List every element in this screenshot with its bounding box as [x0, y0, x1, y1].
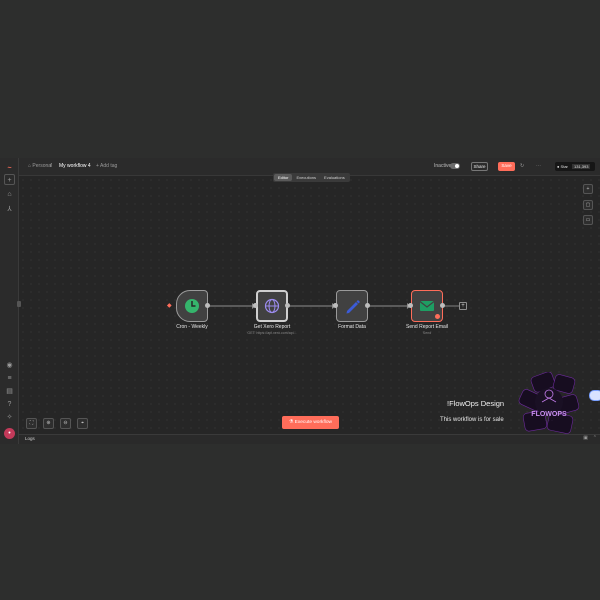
output-handle[interactable] — [440, 303, 445, 308]
execute-workflow-button[interactable]: ⚗ Execute workflow — [282, 416, 339, 429]
input-handle[interactable] — [253, 303, 258, 308]
watermark-subtitle: This workflow is for sale — [440, 417, 504, 423]
node-cron-weekly[interactable] — [176, 290, 208, 322]
output-handle[interactable] — [205, 303, 210, 308]
output-handle[interactable] — [365, 303, 370, 308]
connections-layer — [208, 303, 460, 309]
node-subtitle: GET: https://api.xero.com/api... — [247, 331, 297, 335]
watermark-title: !FlowOps Design — [447, 399, 505, 408]
node-get-xero-report[interactable] — [256, 290, 288, 322]
input-handle[interactable] — [408, 303, 413, 308]
logo-text: FLOWOPS — [531, 411, 567, 418]
add-next-node-button[interactable]: + — [459, 302, 467, 310]
warning-icon — [435, 314, 440, 319]
trigger-bolt-icon: ◆ — [167, 303, 172, 309]
node-format-data[interactable] — [336, 290, 368, 322]
sidebar-resize-handle[interactable] — [17, 301, 21, 307]
zoom-in-button[interactable]: ⊕ — [43, 418, 54, 429]
globe-icon — [264, 298, 280, 314]
node-send-report-email[interactable] — [411, 290, 443, 322]
execute-workflow-label: Execute workflow — [294, 420, 332, 425]
flowops-logo: FLOWOPS · · · · · · — [518, 372, 580, 434]
node-label: Cron - Weekly — [176, 324, 208, 330]
clock-icon — [185, 299, 199, 313]
chat-bubble-button[interactable] — [589, 390, 600, 401]
node-subtitle: Send — [422, 331, 432, 335]
input-handle[interactable] — [333, 303, 338, 308]
fit-view-button[interactable]: ⛶ — [26, 418, 37, 429]
pencil-icon — [346, 300, 360, 314]
node-label: Get Xero Report — [253, 324, 291, 330]
zoom-out-button[interactable]: ⊖ — [60, 418, 71, 429]
node-label: Send Report Email — [406, 324, 448, 330]
tidy-up-button[interactable]: ⌖ — [77, 418, 88, 429]
output-handle[interactable] — [285, 303, 290, 308]
node-label: Format Data — [338, 324, 366, 330]
logo-tagline: · · · · · · — [545, 419, 554, 422]
